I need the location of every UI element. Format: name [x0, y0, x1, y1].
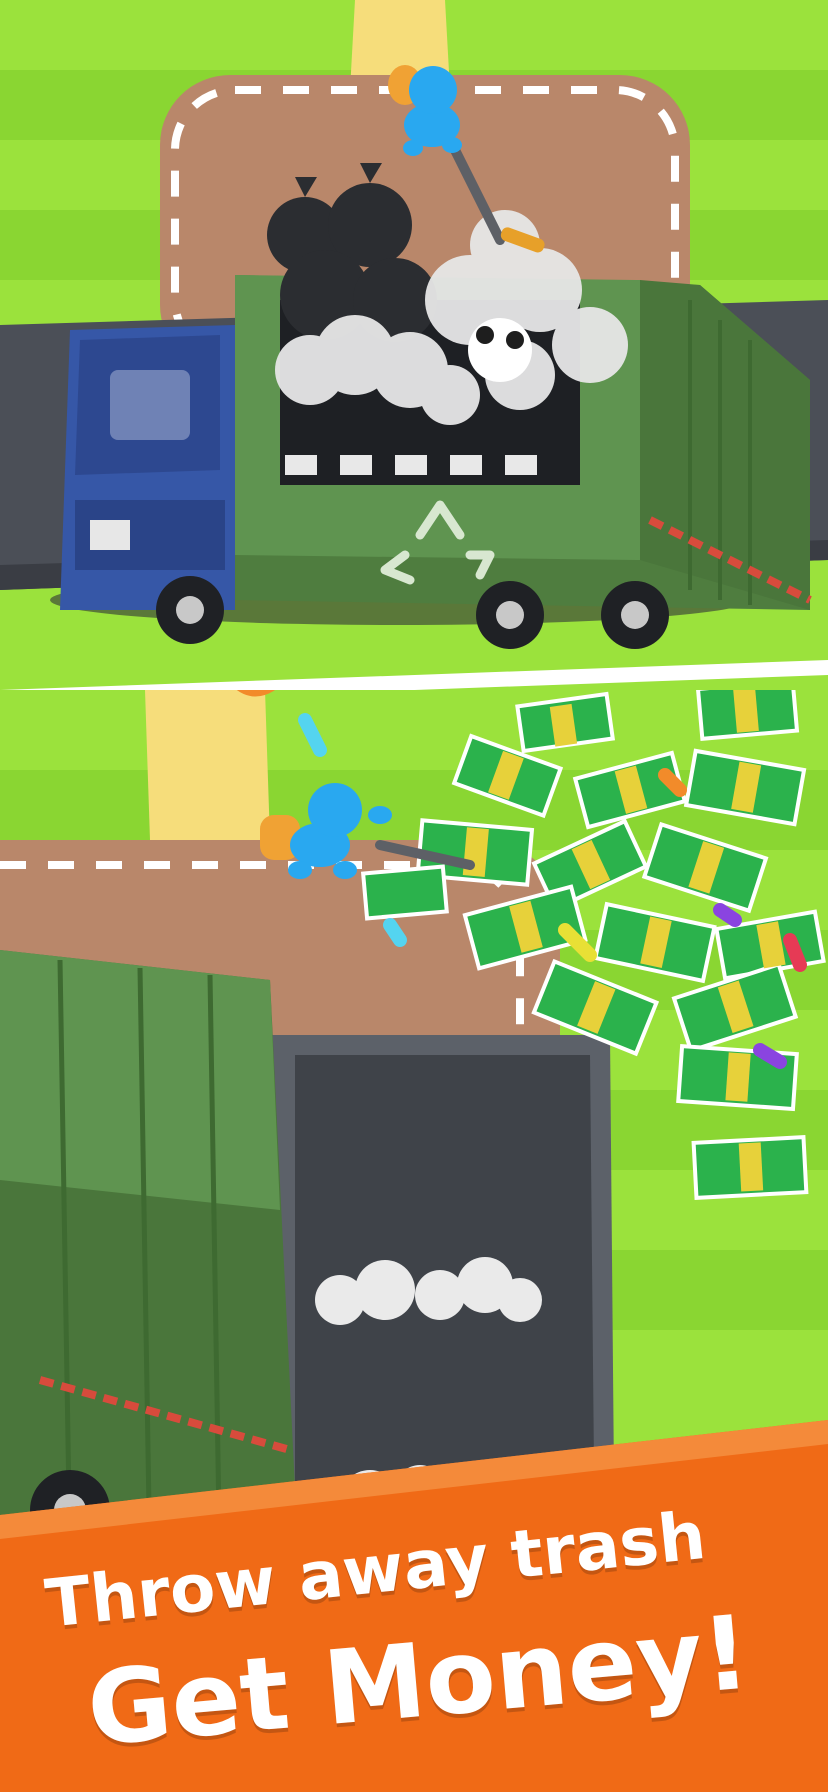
garbage-truck	[50, 275, 812, 649]
panda-toy	[468, 318, 532, 382]
top-scene	[0, 0, 828, 690]
game-screenshot: Throw away trash Get Money!	[0, 0, 828, 1792]
